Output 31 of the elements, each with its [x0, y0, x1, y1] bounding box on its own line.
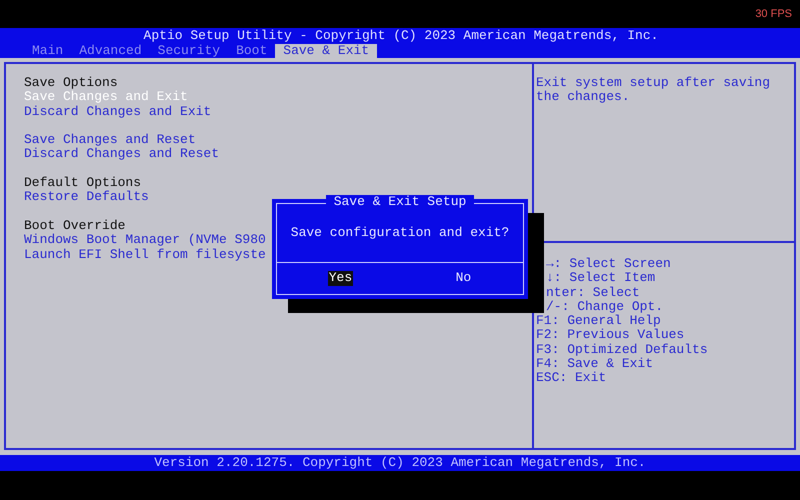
menu-option[interactable]: Discard Changes and Exit [24, 104, 212, 119]
menu-option[interactable]: Windows Boot Manager (NVMe S980 [24, 233, 266, 248]
dialog-title: Save & Exit Setup [326, 195, 474, 210]
key-hint: F1: General Help [536, 314, 661, 328]
version-text: Version 2.20.1275. Copyright (C) 2023 American Megatrends, Inc. [154, 456, 646, 470]
key-hint: →: Select Screen [546, 257, 671, 272]
menu-tab[interactable]: Save & Exit [275, 44, 378, 58]
key-hint: ESC: Exit [536, 371, 606, 386]
menu-option[interactable]: Restore Defaults [24, 190, 149, 205]
menu-tab[interactable]: Advanced [71, 44, 150, 58]
menu-tab[interactable]: Security [150, 44, 228, 58]
menu-option[interactable]: Launch EFI Shell from filesyste [24, 248, 266, 262]
dialog-message: Save configuration and exit? [290, 226, 510, 240]
key-hint: F4: Save & Exit [536, 357, 654, 372]
window-title: Aptio Setup Utility - Copyright (C) 2023 American Megatrends, Inc. [142, 28, 658, 44]
menu-option[interactable]: Save Changes and Reset [24, 133, 196, 148]
key-hint: ↓: Select Item [546, 271, 656, 286]
menu-option[interactable]: Discard Changes and Reset [24, 147, 220, 162]
key-hint: F2: Previous Values [536, 328, 684, 343]
key-hint: F3: Optimized Defaults [536, 342, 708, 358]
menu-tab[interactable]: Main [24, 44, 72, 58]
section-heading: Boot Override [24, 218, 126, 234]
menu-tab[interactable]: Boot [228, 44, 276, 58]
key-hint: nter: Select [546, 286, 640, 300]
section-heading: Default Options [24, 176, 142, 190]
dialog-button[interactable]: Yes [328, 271, 354, 286]
help-description: Exit system setup after saving the changes. [536, 76, 772, 105]
section-heading: Save Options [24, 76, 118, 90]
fps-counter: 30 FPS [755, 6, 792, 22]
dialog-button[interactable]: No [454, 271, 472, 286]
key-hint: /-: Change Opt. [546, 300, 664, 314]
